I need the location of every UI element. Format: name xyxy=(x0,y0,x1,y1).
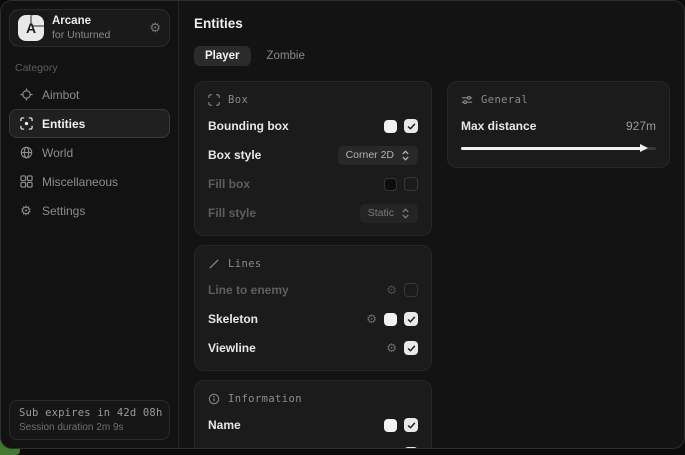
sidebar-item-aimbot[interactable]: Aimbot xyxy=(9,80,170,109)
check-icon xyxy=(407,315,416,324)
main-panel: Entities Player Zombie Box Bounding box xyxy=(179,1,684,448)
max-distance-slider-thumb[interactable] xyxy=(639,143,649,153)
box-style-value: Corner 2D xyxy=(346,149,394,161)
grid-icon xyxy=(19,175,33,189)
box-style-row: Box style Corner 2D xyxy=(208,146,418,164)
skeleton-label: Skeleton xyxy=(208,312,258,326)
max-distance-slider[interactable] xyxy=(461,142,656,154)
crosshair-icon xyxy=(19,88,33,102)
fill-style-label: Fill style xyxy=(208,206,256,220)
general-section-title: General xyxy=(481,94,528,106)
bounding-box-color-swatch[interactable] xyxy=(384,120,397,133)
name-color-swatch[interactable] xyxy=(384,419,397,432)
general-section-header: General xyxy=(461,94,656,106)
chevrons-up-down-icon xyxy=(401,150,410,161)
max-distance-label: Max distance xyxy=(461,119,536,133)
tab-bar: Player Zombie xyxy=(194,46,670,66)
session-duration-text: Session duration 2m 9s xyxy=(19,422,160,433)
tab-zombie[interactable]: Zombie xyxy=(256,46,316,66)
lines-section-card: Lines Line to enemy ⚙ Skeleton ⚙ xyxy=(194,245,432,371)
check-icon xyxy=(407,122,416,131)
skeleton-checkbox[interactable] xyxy=(404,312,418,326)
viewline-label: Viewline xyxy=(208,341,256,355)
bounding-box-label: Bounding box xyxy=(208,119,289,133)
sidebar-item-label: World xyxy=(42,146,73,160)
box-corners-icon xyxy=(208,94,220,106)
sidebar-item-label: Settings xyxy=(42,204,85,218)
viewline-checkbox[interactable] xyxy=(404,341,418,355)
check-icon xyxy=(407,344,416,353)
sidebar-item-entities[interactable]: Entities xyxy=(9,109,170,138)
profile-card: A Arcane for Unturned ⚙ xyxy=(9,9,170,47)
sidebar-item-label: Aimbot xyxy=(42,88,79,102)
sidebar-item-world[interactable]: World xyxy=(9,138,170,167)
line-to-enemy-gear-icon[interactable]: ⚙ xyxy=(386,284,397,296)
category-nav: Aimbot Entities xyxy=(9,80,170,225)
name-checkbox[interactable] xyxy=(404,418,418,432)
distance-row: Distance xyxy=(208,445,418,449)
box-style-label: Box style xyxy=(208,148,261,162)
app-name: Arcane xyxy=(52,14,110,28)
fill-box-color-swatch[interactable] xyxy=(384,178,397,191)
sidebar: A Arcane for Unturned ⚙ Category Aimbot xyxy=(1,1,179,448)
bounding-box-row: Bounding box xyxy=(208,117,418,135)
information-section-header: Information xyxy=(208,393,418,405)
information-section-card: Information Name xyxy=(194,380,432,449)
line-to-enemy-label: Line to enemy xyxy=(208,283,289,297)
profile-text: Arcane for Unturned xyxy=(52,14,110,42)
fill-style-value: Static xyxy=(368,207,394,219)
fill-style-dropdown[interactable]: Static xyxy=(360,204,418,223)
arcane-menu-window: A Arcane for Unturned ⚙ Category Aimbot xyxy=(0,0,685,449)
info-icon xyxy=(208,393,220,405)
information-section-title: Information xyxy=(228,393,302,405)
skeleton-color-swatch[interactable] xyxy=(384,313,397,326)
sidebar-item-miscellaneous[interactable]: Miscellaneous xyxy=(9,167,170,196)
name-row: Name xyxy=(208,416,418,434)
fill-box-checkbox[interactable] xyxy=(404,177,418,191)
arrow-thumb-icon xyxy=(639,143,649,153)
skeleton-row: Skeleton ⚙ xyxy=(208,310,418,328)
app-subtitle: for Unturned xyxy=(52,29,110,42)
box-section-header: Box xyxy=(208,94,418,106)
diagonal-line-icon xyxy=(208,258,220,270)
line-to-enemy-row: Line to enemy ⚙ xyxy=(208,281,418,299)
box-section-card: Box Bounding box xyxy=(194,81,432,236)
viewline-gear-icon[interactable]: ⚙ xyxy=(386,342,397,354)
name-label: Name xyxy=(208,418,241,432)
slider-track[interactable] xyxy=(461,147,656,150)
chevrons-up-down-icon xyxy=(401,208,410,219)
app-logo: A xyxy=(18,15,44,41)
page-title: Entities xyxy=(194,16,670,31)
max-distance-value: 927m xyxy=(626,119,656,133)
general-section-card: General Max distance 927m xyxy=(447,81,670,168)
category-label: Category xyxy=(15,62,164,74)
sidebar-item-label: Miscellaneous xyxy=(42,175,118,189)
entities-scan-icon xyxy=(19,117,33,131)
viewline-row: Viewline ⚙ xyxy=(208,339,418,357)
box-style-dropdown[interactable]: Corner 2D xyxy=(338,146,418,165)
subscription-card: Sub expires in 42d 08h Session duration … xyxy=(9,400,170,440)
max-distance-slider-fill xyxy=(461,147,642,150)
fill-style-row: Fill style Static xyxy=(208,204,418,222)
sidebar-item-settings[interactable]: ⚙ Settings xyxy=(9,196,170,225)
globe-icon xyxy=(19,146,33,160)
lines-section-title: Lines xyxy=(228,258,262,270)
fill-box-label: Fill box xyxy=(208,177,250,191)
sidebar-item-label: Entities xyxy=(42,117,85,131)
max-distance-row: Max distance 927m xyxy=(461,117,656,135)
tab-player[interactable]: Player xyxy=(194,46,251,66)
check-icon xyxy=(407,421,416,430)
line-to-enemy-checkbox[interactable] xyxy=(404,283,418,297)
sliders-icon xyxy=(461,94,473,106)
lines-section-header: Lines xyxy=(208,258,418,270)
box-section-title: Box xyxy=(228,94,248,106)
gear-icon: ⚙ xyxy=(19,204,33,218)
bounding-box-checkbox[interactable] xyxy=(404,119,418,133)
skeleton-gear-icon[interactable]: ⚙ xyxy=(366,313,377,325)
profile-settings-gear-icon[interactable]: ⚙ xyxy=(149,20,161,36)
fill-box-row: Fill box xyxy=(208,175,418,193)
sub-expires-text: Sub expires in 42d 08h xyxy=(19,407,160,419)
